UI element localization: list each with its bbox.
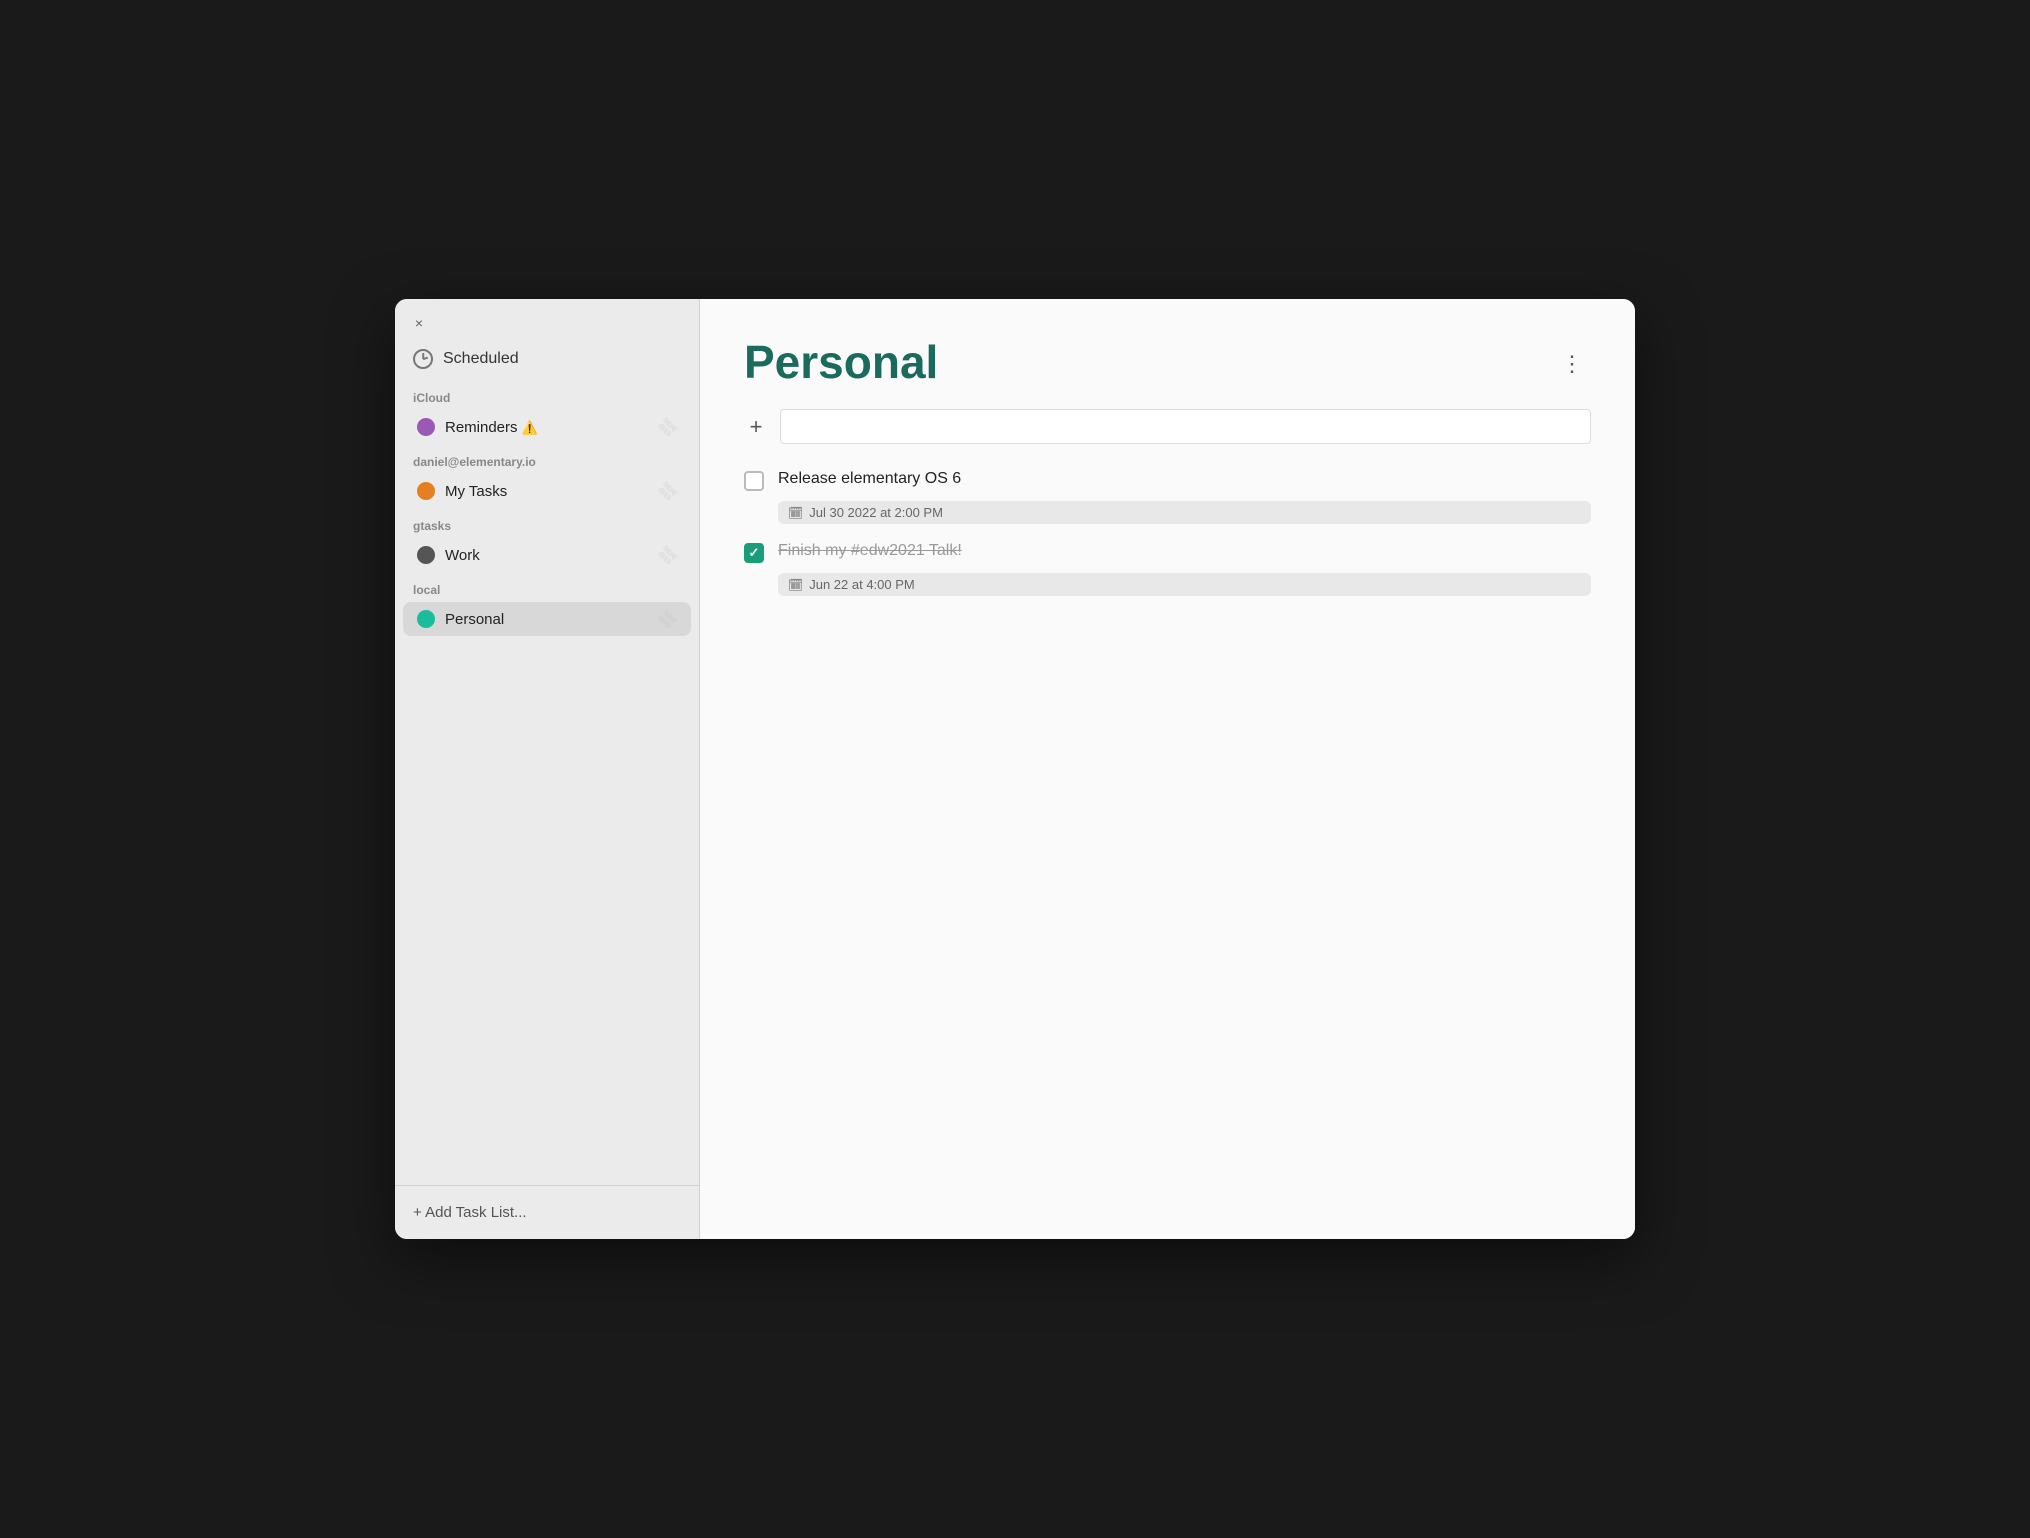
personal-unlink-icon: ⛓ — [653, 605, 682, 634]
task-item: Release elementary OS 6 🗓 Jul 30 2022 at 2… — [744, 464, 1591, 524]
section-label-local: local — [395, 573, 699, 601]
reminders-warning-icon: ⚠️ — [522, 420, 538, 435]
task-row-task2: Finish my #edw2021 Talk! — [744, 536, 1591, 569]
personal-dot — [417, 610, 435, 628]
section-label-daniel: daniel@elementary.io — [395, 445, 699, 473]
task-date-badge-task2: 🗓 Jun 22 at 4:00 PM — [778, 573, 1591, 596]
task-text-task1: Release elementary OS 6 — [778, 470, 1591, 488]
task-text-task2: Finish my #edw2021 Talk! — [778, 542, 1591, 560]
task-date-badge-task1: 🗓 Jul 30 2022 at 2:00 PM — [778, 501, 1591, 524]
task-checkbox-task1[interactable] — [744, 471, 764, 491]
work-name: Work — [445, 547, 657, 564]
sidebar-content: iCloudReminders⚠️⛓daniel@elementary.ioMy… — [395, 377, 699, 1185]
scheduled-label: Scheduled — [443, 350, 519, 368]
main-panel: Personal ⋮ + Release elementary OS 6 🗓 Jul… — [700, 299, 1635, 1239]
reminders-unlink-icon: ⛓ — [653, 413, 682, 442]
tasks-list: Release elementary OS 6 🗓 Jul 30 2022 at 2… — [744, 464, 1591, 596]
work-unlink-icon: ⛓ — [653, 541, 682, 570]
app-window: × Scheduled iCloudReminders⚠️⛓daniel@ele… — [395, 299, 1635, 1239]
sidebar-item-work[interactable]: Work⛓ — [403, 538, 691, 572]
add-task-input[interactable] — [780, 409, 1591, 444]
main-header: Personal ⋮ — [700, 299, 1635, 409]
reminders-name: Reminders⚠️ — [445, 419, 657, 436]
task-checkbox-task2[interactable] — [744, 543, 764, 563]
calendar-icon: 🗓 — [788, 506, 803, 520]
more-options-button[interactable]: ⋮ — [1553, 347, 1591, 381]
task-date-text-task1: Jul 30 2022 at 2:00 PM — [809, 505, 943, 520]
task-item: Finish my #edw2021 Talk! 🗓 Jun 22 at 4:00 … — [744, 536, 1591, 596]
task-row-task1: Release elementary OS 6 — [744, 464, 1591, 497]
tasks-area: + Release elementary OS 6 🗓 Jul 30 2022 at… — [700, 409, 1635, 1239]
clock-icon — [413, 349, 433, 369]
close-button[interactable]: × — [409, 313, 429, 333]
sidebar-item-personal[interactable]: Personal⛓ — [403, 602, 691, 636]
header-actions: ⋮ — [1553, 335, 1591, 381]
my-tasks-dot — [417, 482, 435, 500]
task-date-text-task2: Jun 22 at 4:00 PM — [809, 577, 915, 592]
section-label-gtasks: gtasks — [395, 509, 699, 537]
calendar-icon: 🗓 — [788, 578, 803, 592]
sidebar-top: × — [395, 299, 699, 341]
sidebar-footer: + Add Task List... — [395, 1185, 699, 1239]
sidebar-item-reminders[interactable]: Reminders⚠️⛓ — [403, 410, 691, 444]
my-tasks-unlink-icon: ⛓ — [653, 477, 682, 506]
add-task-row: + — [744, 409, 1591, 444]
reminders-dot — [417, 418, 435, 436]
section-label-icloud: iCloud — [395, 381, 699, 409]
sidebar-item-my-tasks[interactable]: My Tasks⛓ — [403, 474, 691, 508]
personal-name: Personal — [445, 611, 657, 628]
work-dot — [417, 546, 435, 564]
page-title: Personal — [744, 335, 938, 389]
sidebar: × Scheduled iCloudReminders⚠️⛓daniel@ele… — [395, 299, 700, 1239]
add-task-button[interactable]: + — [744, 414, 768, 440]
sidebar-item-scheduled[interactable]: Scheduled — [395, 341, 699, 377]
add-list-button[interactable]: + Add Task List... — [413, 1200, 527, 1225]
my-tasks-name: My Tasks — [445, 483, 657, 500]
add-list-label: + Add Task List... — [413, 1204, 527, 1221]
